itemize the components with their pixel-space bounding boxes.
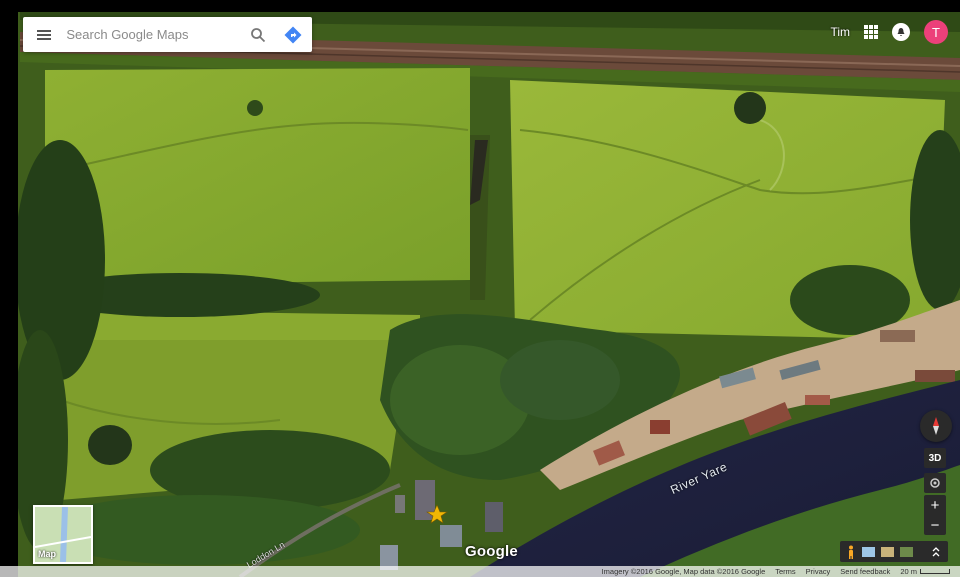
imagery-attribution: Imagery ©2016 Google, Map data ©2016 Goo… <box>601 567 766 576</box>
satellite-map[interactable]: River Yare Loddon Ln <box>0 0 960 577</box>
google-logo: Google <box>465 543 518 560</box>
zoom-out-button[interactable]: − <box>924 515 946 535</box>
privacy-link[interactable]: Privacy <box>806 567 831 576</box>
3d-button[interactable]: 3D <box>924 448 946 468</box>
avatar[interactable]: T <box>924 20 948 44</box>
imagery-thumb-2[interactable] <box>881 546 894 557</box>
pegman-icon[interactable] <box>846 545 856 559</box>
scale-indicator[interactable]: 20 m <box>900 567 950 576</box>
search-icon <box>251 27 266 42</box>
imagery-thumb-3[interactable] <box>900 546 913 557</box>
map-view-toggle[interactable]: Map <box>33 505 93 564</box>
user-name[interactable]: Tim <box>830 25 850 39</box>
scale-label: 20 m <box>900 567 917 576</box>
scale-bar <box>920 569 950 574</box>
search-input[interactable] <box>64 19 243 50</box>
left-black-bar <box>0 0 18 577</box>
imagery-thumb-1[interactable] <box>862 546 875 557</box>
menu-icon[interactable] <box>23 17 64 52</box>
top-black-bar <box>0 0 960 12</box>
zoom-controls: + − <box>924 495 946 535</box>
satellite-imagery <box>0 0 960 577</box>
feedback-link[interactable]: Send feedback <box>840 567 890 576</box>
directions-icon <box>284 26 302 43</box>
zoom-in-button[interactable]: + <box>924 495 946 515</box>
terms-link[interactable]: Terms <box>775 567 795 576</box>
map-footer: Imagery ©2016 Google, Map data ©2016 Goo… <box>0 566 960 577</box>
apps-icon[interactable] <box>864 25 878 39</box>
user-area: Tim T <box>830 20 948 44</box>
directions-button[interactable] <box>274 17 312 52</box>
notifications-icon[interactable] <box>892 23 910 41</box>
expand-icon[interactable] <box>931 546 941 557</box>
location-icon[interactable] <box>924 473 946 493</box>
imagery-toolbar <box>840 541 948 562</box>
compass-icon[interactable] <box>920 410 952 442</box>
search-box <box>23 17 312 52</box>
search-button[interactable] <box>242 17 274 52</box>
minimap-label: Map <box>38 549 56 559</box>
